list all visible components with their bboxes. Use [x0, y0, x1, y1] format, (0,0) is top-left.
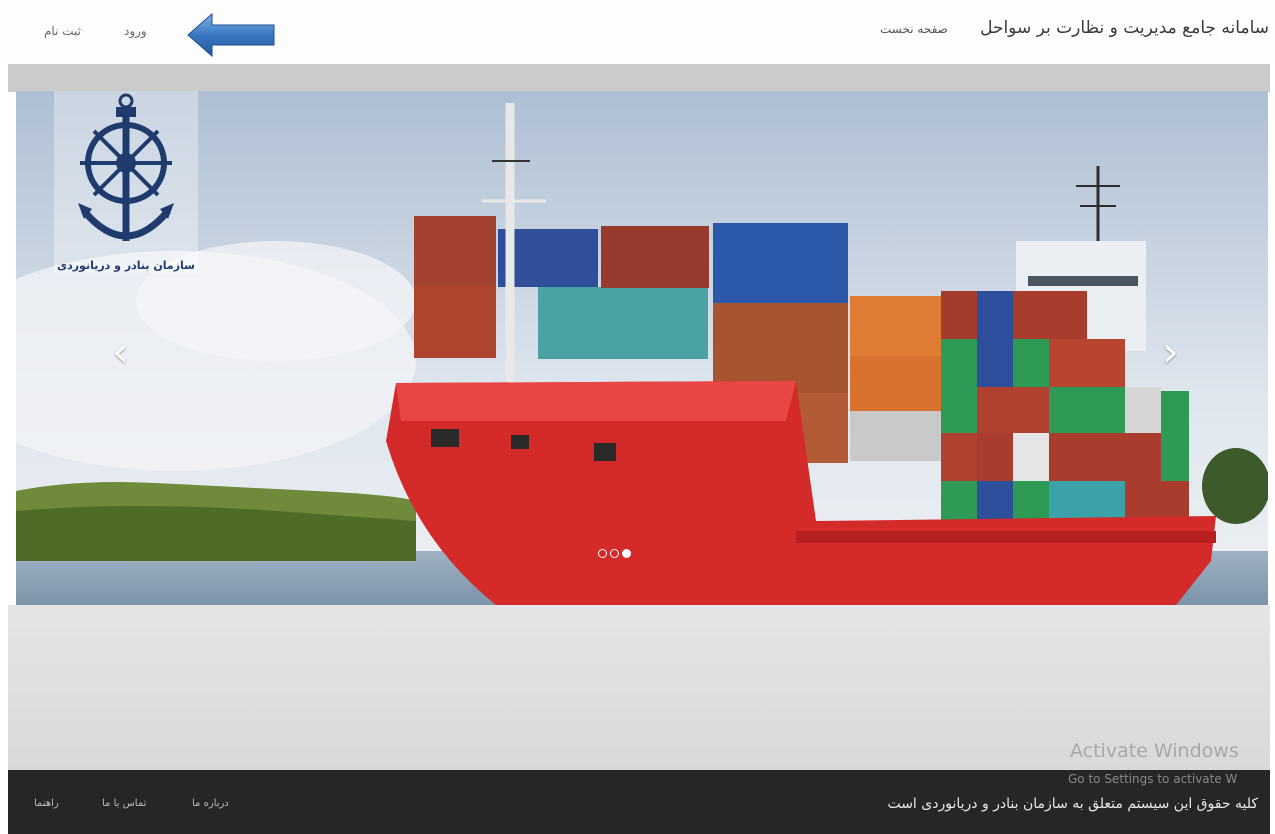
carousel-indicator-1[interactable]	[598, 549, 607, 558]
footer-contact-link[interactable]: تماس با ما	[102, 798, 146, 809]
image-carousel[interactable]: سازمان بنادر و دریانوردی ‹ ›	[16, 91, 1268, 605]
ports-organization-logo: سازمان بنادر و دریانوردی	[54, 91, 198, 273]
activate-windows-subtitle: Go to Settings to activate W	[1068, 772, 1238, 786]
footer-guide-link[interactable]: راهنما	[34, 798, 59, 809]
home-link[interactable]: صفحه نخست	[880, 22, 948, 36]
top-navbar: سامانه جامع مدیریت و نظارت بر سواحل صفحه…	[0, 0, 1275, 64]
site-brand-title[interactable]: سامانه جامع مدیریت و نظارت بر سواحل	[980, 18, 1269, 38]
footer-about-link[interactable]: درباره ما	[192, 798, 229, 809]
logo-caption: سازمان بنادر و دریانوردی	[57, 259, 195, 272]
cargo-ship-image	[16, 91, 1268, 605]
carousel-indicator-2[interactable]	[610, 549, 619, 558]
login-link[interactable]: ورود	[124, 24, 147, 38]
carousel-prev-button[interactable]: ‹	[112, 331, 129, 373]
carousel-indicator-3[interactable]	[622, 549, 631, 558]
carousel-indicators	[598, 543, 634, 562]
header-band	[8, 64, 1270, 92]
anchor-wheel-icon	[78, 93, 174, 241]
footer-copyright: کلیه حقوق این سیستم متعلق به سازمان بناد…	[887, 796, 1258, 812]
register-link[interactable]: ثبت نام	[44, 24, 81, 38]
activate-windows-title: Activate Windows	[1070, 740, 1239, 762]
left-arrow-icon	[187, 12, 275, 58]
carousel-next-button[interactable]: ›	[1162, 331, 1179, 373]
